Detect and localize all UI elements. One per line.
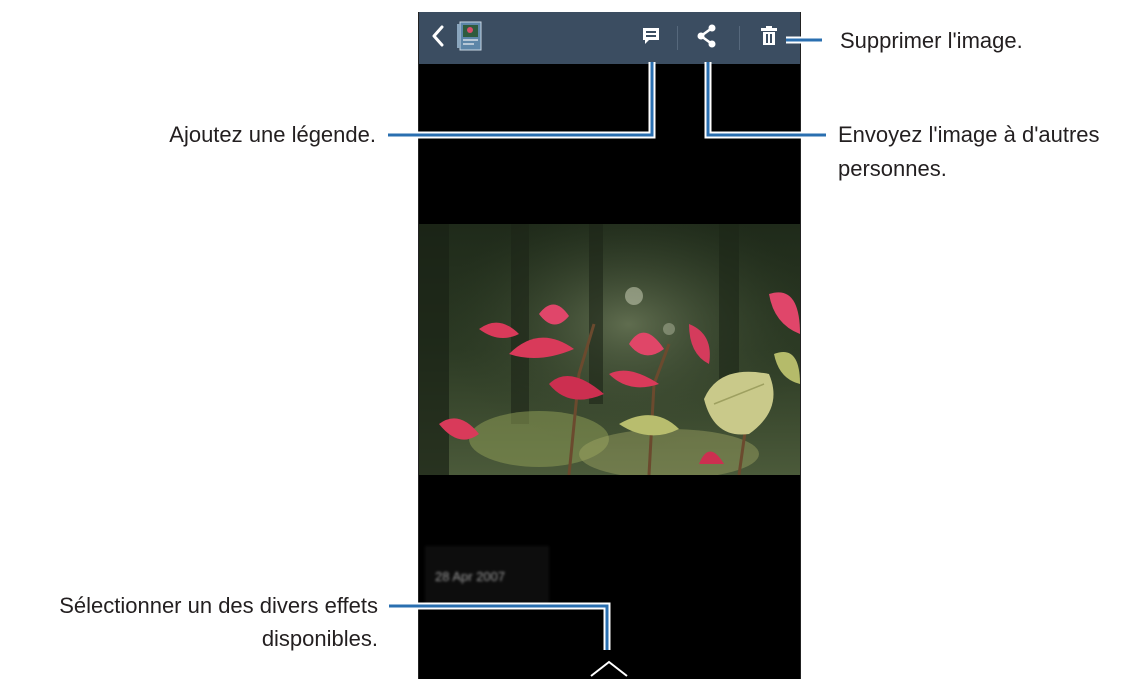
callout-share-line1: Envoyez l'image à d'autres (838, 122, 1100, 147)
add-caption-button[interactable] (631, 12, 671, 64)
separator (739, 26, 740, 50)
chevron-up-icon (587, 660, 631, 679)
photo-date: 28 Apr 2007 (425, 546, 549, 606)
trash-icon (760, 25, 778, 51)
callout-delete: Supprimer l'image. (840, 28, 1023, 53)
effects-panel-handle[interactable] (587, 652, 631, 679)
photo-image[interactable] (419, 224, 800, 475)
caption-icon (641, 26, 661, 51)
share-icon (696, 24, 718, 53)
callout-effects-line1: Sélectionner un des divers effets (59, 593, 378, 618)
album-thumbnail[interactable] (453, 12, 485, 64)
back-button[interactable] (423, 12, 453, 64)
callout-caption: Ajoutez une légende. (169, 122, 376, 147)
chevron-left-icon (431, 25, 445, 52)
action-bar (419, 12, 800, 64)
share-button[interactable] (687, 12, 727, 64)
separator (677, 26, 678, 50)
callout-effects-line2: disponibles. (261, 626, 378, 651)
delete-button[interactable] (749, 12, 789, 64)
phone-screen: 28 Apr 2007 (418, 12, 801, 679)
album-thumbnail-icon (455, 20, 483, 57)
red-leaves-photo (419, 224, 800, 475)
callout-share-line2: personnes. (838, 156, 947, 181)
